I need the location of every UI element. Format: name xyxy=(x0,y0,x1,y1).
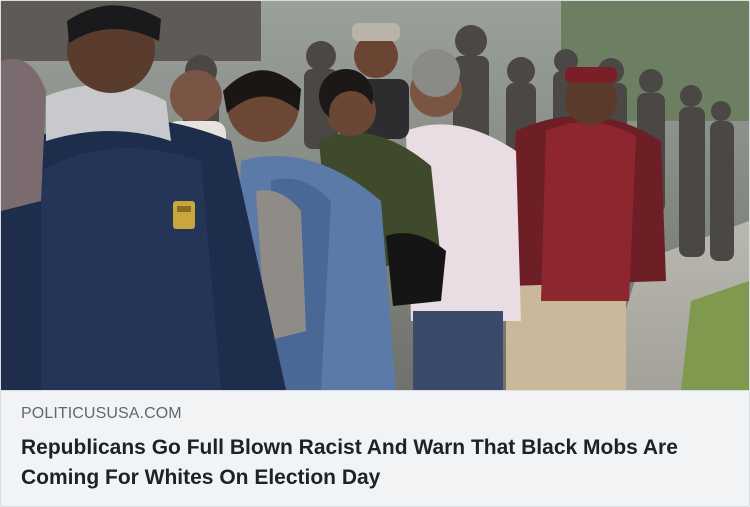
link-caption[interactable]: POLITICUSUSA.COM Republicans Go Full Blo… xyxy=(1,391,749,506)
link-headline[interactable]: Republicans Go Full Blown Racist And War… xyxy=(21,433,733,493)
preview-image[interactable] xyxy=(1,1,749,390)
link-domain: POLITICUSUSA.COM xyxy=(21,405,182,422)
crowd-photo-illustration xyxy=(1,1,749,390)
link-preview-card[interactable]: POLITICUSUSA.COM Republicans Go Full Blo… xyxy=(0,0,750,507)
